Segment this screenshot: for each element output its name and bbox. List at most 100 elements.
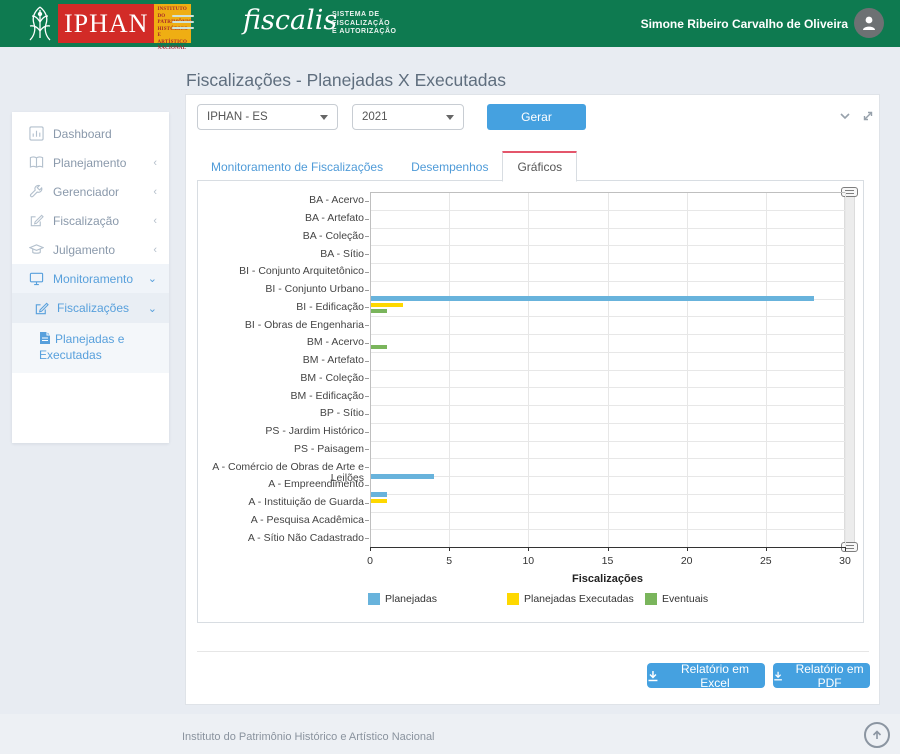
sidebar-item-monitoramento[interactable]: Monitoramento ⌄ <box>12 264 169 293</box>
category-tick <box>365 414 369 415</box>
sidebar-item-julgamento[interactable]: Julgamento ‹ <box>12 235 169 264</box>
tab-desempenhos[interactable]: Desempenhos <box>397 153 502 181</box>
sidebar-item-planejadas-executadas[interactable]: Planejadas e Executadas <box>12 323 169 373</box>
person-icon <box>860 14 878 32</box>
page-title: Fiscalizações - Planejadas X Executadas <box>186 70 506 91</box>
chevron-left-icon: ‹ <box>153 215 157 227</box>
category-label: BI - Obras de Engenharia <box>198 320 364 331</box>
category-label: BM - Edificação <box>198 391 364 402</box>
app-subtitle: SISTEMA DE FISCALIZAÇÃO E AUTORIZAÇÃO <box>332 11 396 37</box>
scroll-to-top-button[interactable] <box>864 722 890 748</box>
chart-bar[interactable] <box>371 309 387 313</box>
legend-label: Eventuais <box>662 593 708 605</box>
category-tick <box>365 485 369 486</box>
sidebar-item-fiscalizacao[interactable]: Fiscalização ‹ <box>12 206 169 235</box>
sidebar-item-label: Gerenciador <box>53 185 153 199</box>
monitor-icon <box>29 271 44 286</box>
divider <box>197 651 869 652</box>
book-icon <box>29 155 44 170</box>
legend-item[interactable]: Planejadas <box>368 593 437 605</box>
category-tick <box>365 307 369 308</box>
report-excel-button[interactable]: Relatório em Excel <box>647 663 765 688</box>
axis-tick <box>845 547 846 551</box>
edit-icon <box>29 213 44 228</box>
sidebar-item-gerenciador[interactable]: Gerenciador ‹ <box>12 177 169 206</box>
legend-item[interactable]: Eventuais <box>645 593 708 605</box>
report-pdf-button[interactable]: Relatório em PDF <box>773 663 870 688</box>
legend-swatch <box>507 593 519 605</box>
axis-tick-label: 15 <box>602 555 614 567</box>
category-label: PS - Jardim Histórico <box>198 426 364 437</box>
unit-select[interactable]: IPHAN - ES <box>197 104 338 130</box>
axis-tick <box>766 547 767 551</box>
category-tick <box>365 325 369 326</box>
iphan-emblem-icon <box>24 4 56 43</box>
category-tick <box>365 343 369 344</box>
caret-down-icon <box>320 115 328 120</box>
category-tick <box>365 503 369 504</box>
footer-text: Instituto do Patrimônio Histórico e Artí… <box>182 731 435 743</box>
category-tick <box>365 254 369 255</box>
gridline <box>845 192 846 547</box>
chart-panel: BA - AcervoBA - ArtefatoBA - ColeçãoBA -… <box>197 180 864 623</box>
category-tick <box>365 396 369 397</box>
year-select-value: 2021 <box>362 111 388 123</box>
category-tick <box>365 236 369 237</box>
legend-swatch <box>645 593 657 605</box>
app-logo: fiscalis <box>243 5 337 36</box>
download-icon <box>773 670 783 682</box>
gridline <box>528 192 529 547</box>
user-avatar[interactable] <box>854 8 884 38</box>
tab-monitoramento[interactable]: Monitoramento de Fiscalizações <box>197 153 397 181</box>
year-select[interactable]: 2021 <box>352 104 464 130</box>
chart-bar[interactable] <box>371 492 387 497</box>
legend-label: Planejadas Executadas <box>524 593 634 605</box>
graduation-cap-icon <box>29 242 44 257</box>
user-name: Simone Ribeiro Carvalho de Oliveira <box>641 17 848 31</box>
category-label: A - Pesquisa Acadêmica <box>198 515 364 526</box>
category-label: PS - Paisagem <box>198 444 364 455</box>
app-subtitle-line: SISTEMA DE <box>332 11 396 20</box>
category-axis-line <box>370 192 371 547</box>
iphan-logo[interactable]: IPHAN Instituto do Patrimônio Histórico … <box>24 4 191 43</box>
category-label: BI - Conjunto Urbano <box>198 284 364 295</box>
report-excel-label: Relatório em Excel <box>665 662 765 690</box>
category-label: BM - Artefato <box>198 355 364 366</box>
chart-bar[interactable] <box>371 345 387 349</box>
category-label: A - Empreendimento <box>198 479 364 490</box>
tab-bar: Monitoramento de Fiscalizações Desempenh… <box>197 152 577 181</box>
sidebar-item-dashboard[interactable]: Dashboard <box>12 119 169 148</box>
category-tick <box>365 290 369 291</box>
category-tick <box>365 432 369 433</box>
axis-tick-label: 0 <box>367 555 373 567</box>
chart-bar[interactable] <box>371 296 814 301</box>
iphan-logo-text: IPHAN <box>58 4 154 43</box>
generate-button[interactable]: Gerar <box>487 104 586 130</box>
chevron-left-icon: ‹ <box>153 186 157 198</box>
sidebar-subitem-fiscalizacoes[interactable]: Fiscalizações ⌄ <box>12 293 169 323</box>
chevron-left-icon: ‹ <box>153 157 157 169</box>
tab-graficos[interactable]: Gráficos <box>502 151 577 182</box>
category-tick <box>365 449 369 450</box>
legend-item[interactable]: Planejadas Executadas <box>507 593 634 605</box>
gridline <box>766 192 767 547</box>
app-subtitle-line: FISCALIZAÇÃO <box>332 20 396 29</box>
sidebar-item-planejamento[interactable]: Planejamento ‹ <box>12 148 169 177</box>
category-label: BA - Coleção <box>198 231 364 242</box>
category-label: A - Instituição de Guarda <box>198 497 364 508</box>
category-tick <box>365 219 369 220</box>
report-pdf-label: Relatório em PDF <box>789 662 870 690</box>
chart-bar[interactable] <box>371 499 387 503</box>
gridline <box>687 192 688 547</box>
category-label: BA - Sítio <box>198 249 364 260</box>
logo-subtext-line: Nacional <box>157 46 189 53</box>
chart-bar[interactable] <box>371 474 434 479</box>
collapse-chevron-icon[interactable] <box>838 109 852 123</box>
axis-tick-label: 20 <box>681 555 693 567</box>
category-label: BI - Edificação <box>198 302 364 313</box>
menu-toggle-icon[interactable] <box>172 15 194 33</box>
chart-bar[interactable] <box>371 303 403 307</box>
expand-icon[interactable] <box>861 109 875 123</box>
axis-tick <box>370 547 371 551</box>
sidebar-item-label: Julgamento <box>53 243 153 257</box>
